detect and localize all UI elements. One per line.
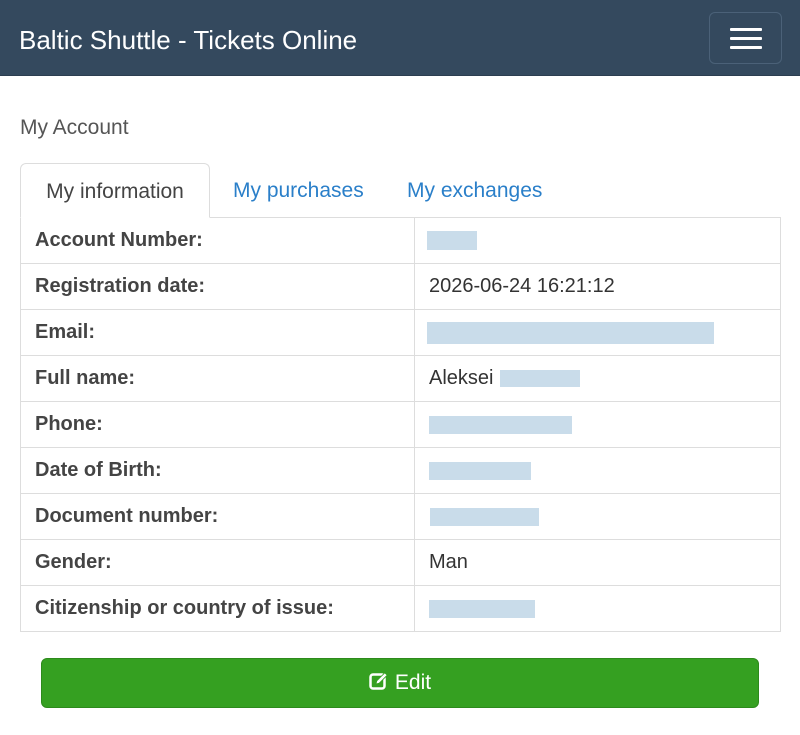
row-value-account-number xyxy=(414,217,781,264)
row-label-registration-date: Registration date: xyxy=(20,263,415,310)
redacted-value xyxy=(427,231,477,251)
table-row: Registration date: 2026-06-24 16:21:12 xyxy=(20,263,781,310)
row-label-account-number: Account Number: xyxy=(20,217,415,264)
row-value-document-number xyxy=(414,493,781,540)
row-label-gender: Gender: xyxy=(20,539,415,586)
menu-toggle-button[interactable] xyxy=(709,12,782,64)
redacted-value xyxy=(427,321,714,344)
row-label-date-of-birth: Date of Birth: xyxy=(20,447,415,494)
edit-icon xyxy=(369,672,388,690)
row-label-document-number: Document number: xyxy=(20,493,415,540)
top-navbar: Baltic Shuttle - Tickets Online xyxy=(0,0,800,76)
row-label-email: Email: xyxy=(20,309,415,356)
table-row: Gender: Man xyxy=(20,539,781,586)
account-info-table: Account Number: Registration date: 2026-… xyxy=(20,217,781,632)
page-title: My Account xyxy=(20,116,129,139)
account-tabs: My information My purchases My exchanges xyxy=(20,163,780,218)
first-name: Aleksei xyxy=(429,367,494,389)
redacted-value xyxy=(429,599,535,618)
tab-my-purchases[interactable]: My purchases xyxy=(233,163,364,218)
redacted-value xyxy=(430,507,539,526)
row-value-registration-date: 2026-06-24 16:21:12 xyxy=(414,263,781,310)
edit-button[interactable]: Edit xyxy=(41,658,759,708)
table-row: Phone: xyxy=(20,401,781,448)
table-row: Date of Birth: xyxy=(20,447,781,494)
table-row: Citizenship or country of issue: xyxy=(20,585,781,632)
row-label-citizenship: Citizenship or country of issue: xyxy=(20,585,415,632)
redacted-value xyxy=(429,461,531,480)
redacted-value xyxy=(429,415,572,434)
row-value-full-name: Aleksei xyxy=(414,355,781,402)
table-row: Account Number: xyxy=(20,217,781,264)
brand-title[interactable]: Baltic Shuttle - Tickets Online xyxy=(19,24,357,56)
row-label-phone: Phone: xyxy=(20,401,415,448)
row-value-phone xyxy=(414,401,781,448)
table-row: Full name: Aleksei xyxy=(20,355,781,402)
tab-my-information[interactable]: My information xyxy=(20,163,210,218)
row-value-gender: Man xyxy=(414,539,781,586)
edit-button-label: Edit xyxy=(394,671,432,694)
table-row: Document number: xyxy=(20,493,781,540)
redacted-value xyxy=(500,370,581,388)
row-value-email xyxy=(414,309,781,356)
row-label-full-name: Full name: xyxy=(20,355,415,402)
tab-my-exchanges[interactable]: My exchanges xyxy=(407,163,542,218)
row-value-citizenship xyxy=(414,585,781,632)
table-row: Email: xyxy=(20,309,781,356)
row-value-date-of-birth xyxy=(414,447,781,494)
